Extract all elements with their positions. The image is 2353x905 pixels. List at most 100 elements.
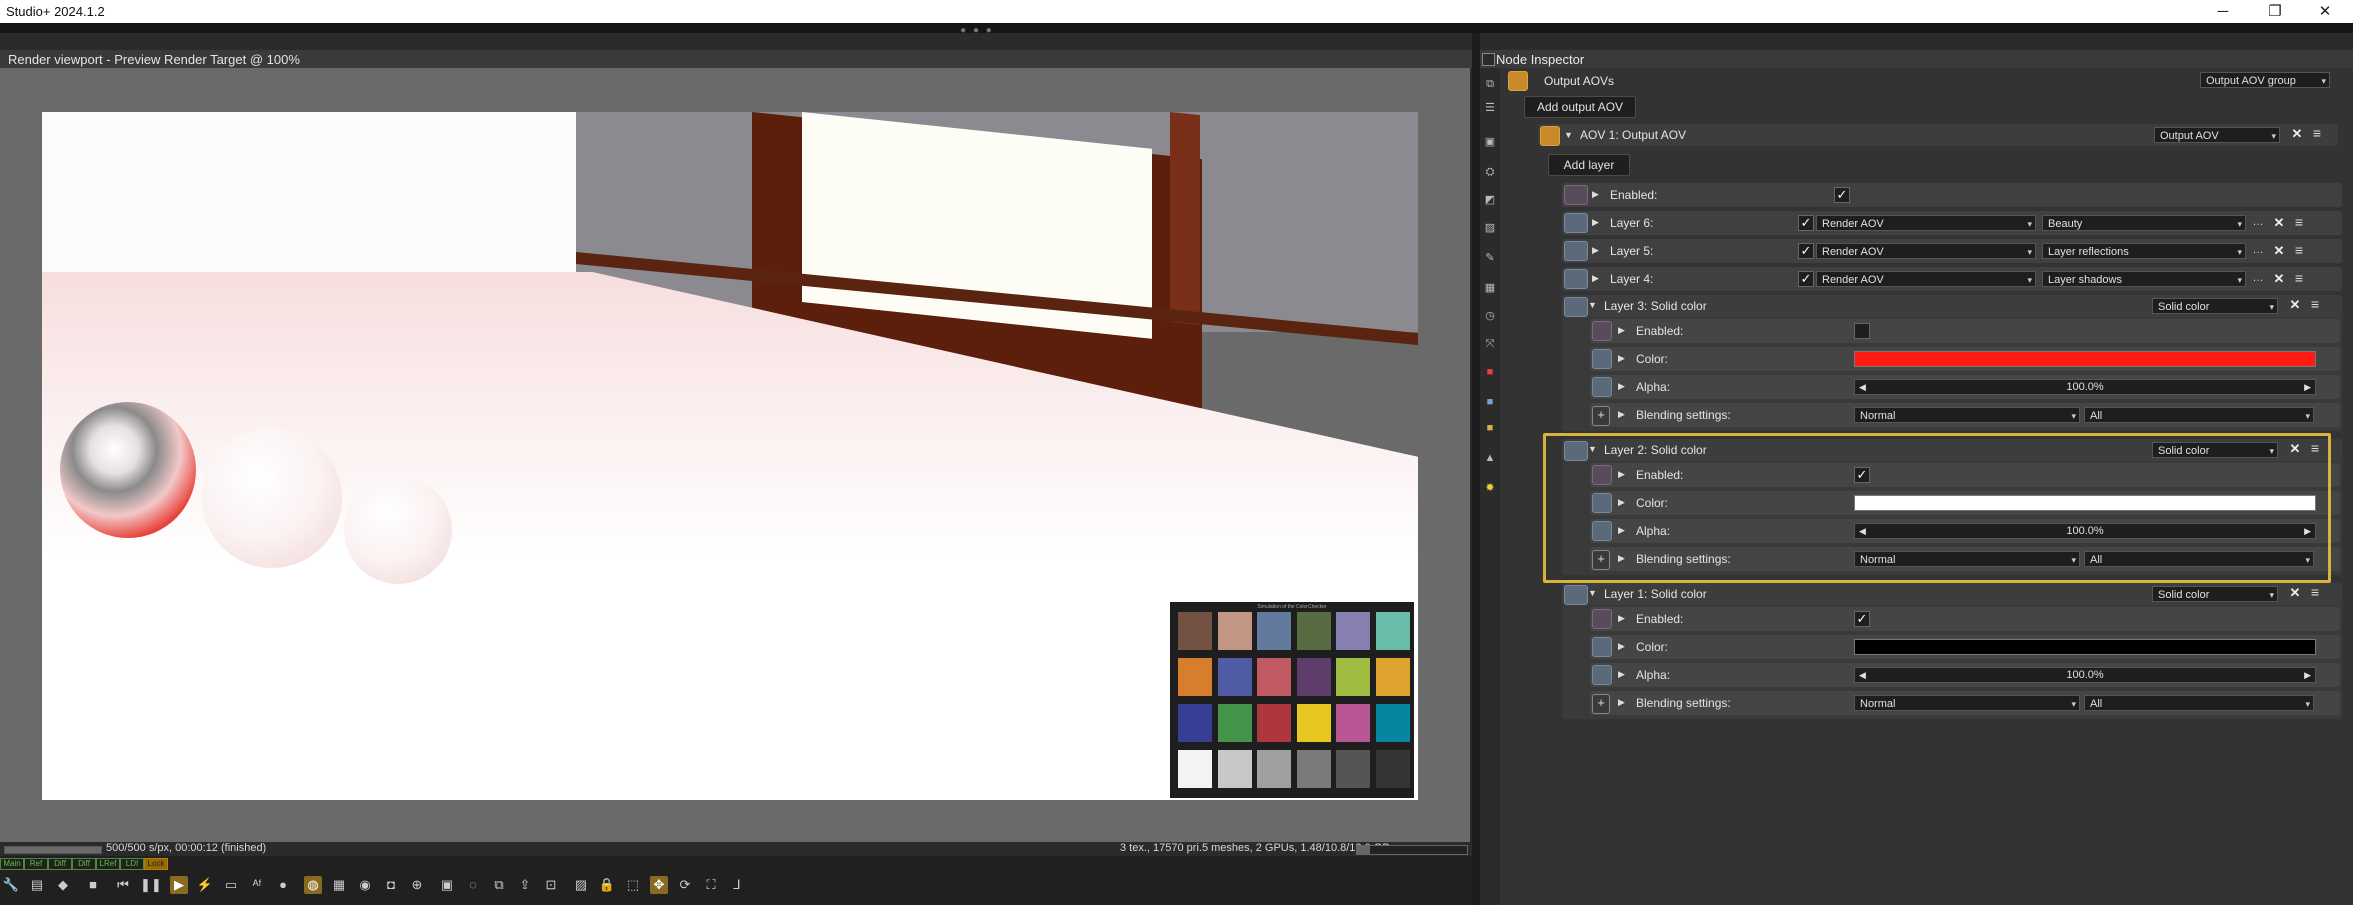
image-icon[interactable]: ▨ xyxy=(572,876,590,894)
expand-triangle-icon[interactable]: ▶ xyxy=(1618,325,1625,336)
solid-layer-type-dropdown[interactable]: Solid color ▾ xyxy=(2152,586,2278,602)
solid-layer-color-swatch[interactable] xyxy=(1854,639,2316,655)
layer-enabled-checkbox[interactable]: ✓ xyxy=(1798,215,1814,231)
layer-menu-icon[interactable]: ≡ xyxy=(2292,271,2306,286)
solid-layer-header[interactable]: ▼ Layer 3: Solid color Solid color ▾ ✕ ≡ xyxy=(1562,295,2342,317)
layer-close-icon[interactable]: ✕ xyxy=(2272,272,2286,286)
copy-icon[interactable]: ⧉ xyxy=(490,876,508,894)
picker-icon[interactable]: ◌ xyxy=(464,876,482,894)
viewport-tab-lock[interactable]: Lock xyxy=(144,858,168,870)
layer-pass-dropdown[interactable]: Layer reflections ▾ xyxy=(2042,243,2246,259)
stats-icon[interactable]: ▤ xyxy=(28,876,46,894)
add-layer-button[interactable]: Add layer xyxy=(1548,154,1630,176)
nodes-icon[interactable]: ⧉ xyxy=(1482,76,1498,92)
expand-triangle-icon[interactable]: ▶ xyxy=(1618,613,1625,624)
red-cube-icon[interactable]: ■ xyxy=(1482,364,1498,380)
zoom-icon[interactable]: ⊕ xyxy=(408,876,426,894)
af-icon[interactable]: ᴬᶠ xyxy=(248,876,266,894)
panel-grip-icon[interactable]: ● ● ● xyxy=(955,25,999,36)
viewport-tab-diff[interactable]: Diff xyxy=(72,858,96,870)
collapse-triangle-icon[interactable]: ▼ xyxy=(1588,588,1597,598)
geometry-icon[interactable]: ◩ xyxy=(1482,192,1498,208)
lock-icon[interactable]: 🔒 xyxy=(598,876,616,894)
slider-left-arrow-icon[interactable]: ◀ xyxy=(1859,668,1866,682)
list-icon[interactable]: ☰ xyxy=(1482,100,1498,116)
clay-icon[interactable]: ◉ xyxy=(356,876,374,894)
blend-channels-dropdown[interactable]: All ▾ xyxy=(2084,407,2314,423)
solid-layer-alpha-slider[interactable]: ◀ 100.0% ▶ xyxy=(1854,379,2316,395)
expand-triangle-icon[interactable]: ▶ xyxy=(1592,245,1599,256)
layer-pass-dropdown[interactable]: Layer shadows ▾ xyxy=(2042,271,2246,287)
expand-triangle-icon[interactable]: ▶ xyxy=(1592,217,1599,228)
box-icon[interactable]: ⬚ xyxy=(624,876,642,894)
panel-divider[interactable] xyxy=(1472,33,1480,905)
texture-icon[interactable]: ⛭ xyxy=(1482,164,1498,180)
flash-icon[interactable]: ⚡ xyxy=(196,876,214,894)
slider-right-arrow-icon[interactable]: ▶ xyxy=(2304,668,2311,682)
add-output-aov-button[interactable]: Add output AOV xyxy=(1524,96,1636,118)
picture-icon[interactable]: ▲ xyxy=(1482,450,1498,466)
solid-layer-enabled-checkbox[interactable]: ✓ xyxy=(1854,611,1870,627)
add-icon[interactable]: + xyxy=(1592,406,1610,426)
sphere-icon[interactable]: ● xyxy=(274,876,292,894)
layer-pass-dropdown[interactable]: Beauty ▾ xyxy=(2042,215,2246,231)
image-icon[interactable]: ▣ xyxy=(1482,134,1498,150)
solid-layer-menu-icon[interactable]: ≡ xyxy=(2308,585,2322,600)
render-viewport[interactable]: Simulation of the ColorChecker xyxy=(0,68,1470,842)
expand-triangle-icon[interactable]: ▶ xyxy=(1618,409,1625,420)
layer-type-dropdown[interactable]: Render AOV ▾ xyxy=(1816,243,2036,259)
aov1-close-icon[interactable]: ✕ xyxy=(2290,127,2304,141)
yellow-cube-icon[interactable]: ■ xyxy=(1482,420,1498,436)
inspector-pin-checkbox[interactable] xyxy=(1482,53,1495,66)
sun-icon[interactable]: ✸ xyxy=(1482,480,1498,496)
more-options-icon[interactable]: … xyxy=(2252,216,2264,230)
spanner-icon[interactable]: 🔧 xyxy=(2,876,20,894)
move-icon[interactable]: ✥ xyxy=(650,876,668,894)
layers-icon[interactable]: ▦ xyxy=(330,876,348,894)
solid-layer-enabled-checkbox[interactable] xyxy=(1854,323,1870,339)
blend-mode-dropdown[interactable]: Normal ▾ xyxy=(1854,407,2080,423)
collapse-triangle-icon[interactable]: ▼ xyxy=(1588,300,1597,310)
solid-layer-menu-icon[interactable]: ≡ xyxy=(2308,297,2322,312)
monitor-icon[interactable]: ▭ xyxy=(222,876,240,894)
layer-close-icon[interactable]: ✕ xyxy=(2272,216,2286,230)
more-options-icon[interactable]: … xyxy=(2252,272,2264,286)
paint-icon[interactable]: ✎ xyxy=(1482,250,1498,266)
export-icon[interactable]: ⇪ xyxy=(516,876,534,894)
layer-enabled-checkbox[interactable]: ✓ xyxy=(1798,243,1814,259)
expand-triangle-icon[interactable]: ▶ xyxy=(1592,273,1599,284)
layer-row[interactable]: ▶ Layer 5: ✓ Render AOV ▾ Layer reflections ▾ …… xyxy=(1562,239,2342,263)
camera-icon[interactable]: ▦ xyxy=(1482,280,1498,296)
expand-triangle-icon[interactable]: ▶ xyxy=(1618,669,1625,680)
orbit-icon[interactable]: ⟳ xyxy=(676,876,694,894)
slider-right-arrow-icon[interactable]: ▶ xyxy=(2304,380,2311,394)
region-icon[interactable]: ▣ xyxy=(438,876,456,894)
aov1-menu-icon[interactable]: ≡ xyxy=(2310,126,2324,141)
solid-layer-color-swatch[interactable] xyxy=(1854,351,2316,367)
slider-left-arrow-icon[interactable]: ◀ xyxy=(1859,380,1866,394)
expand-triangle-icon[interactable]: ▶ xyxy=(1592,189,1599,200)
aov1-type-dropdown[interactable]: Output AOV ▾ xyxy=(2154,127,2280,143)
viewport-tab-lref[interactable]: LRef xyxy=(96,858,120,870)
node-type-dropdown[interactable]: Output AOV group ▾ xyxy=(2200,72,2330,88)
transform-icon[interactable]: ⤧ xyxy=(1482,336,1498,352)
blue-cube-icon[interactable]: ■ xyxy=(1482,394,1498,410)
camera-icon[interactable]: ⊡ xyxy=(542,876,560,894)
stop-icon[interactable]: ■ xyxy=(84,876,102,894)
viewport-tab-ref[interactable]: Ref xyxy=(24,858,48,870)
solid-layer-close-icon[interactable]: ✕ xyxy=(2288,298,2302,312)
solid-layer-header[interactable]: ▼ Layer 1: Solid color Solid color ▾ ✕ ≡ xyxy=(1562,583,2342,605)
layer-menu-icon[interactable]: ≡ xyxy=(2292,215,2306,230)
cube-icon[interactable]: ◆ xyxy=(54,876,72,894)
viewport-tab-ldi[interactable]: LDI xyxy=(120,858,144,870)
clock-icon[interactable]: ◷ xyxy=(1482,308,1498,324)
layer-type-dropdown[interactable]: Render AOV ▾ xyxy=(1816,215,2036,231)
solid-layer-close-icon[interactable]: ✕ xyxy=(2288,586,2302,600)
layer-row[interactable]: ▶ Layer 6: ✓ Render AOV ▾ Beauty ▾ … ✕ ≡ xyxy=(1562,211,2342,235)
blend-channels-dropdown[interactable]: All ▾ xyxy=(2084,695,2314,711)
expand-triangle-icon[interactable]: ▶ xyxy=(1618,353,1625,364)
material-icon[interactable]: ▨ xyxy=(1482,220,1498,236)
aov1-enabled-checkbox[interactable]: ✓ xyxy=(1834,187,1850,203)
viewport-tab-main[interactable]: Main xyxy=(0,858,24,870)
layer-menu-icon[interactable]: ≡ xyxy=(2292,243,2306,258)
